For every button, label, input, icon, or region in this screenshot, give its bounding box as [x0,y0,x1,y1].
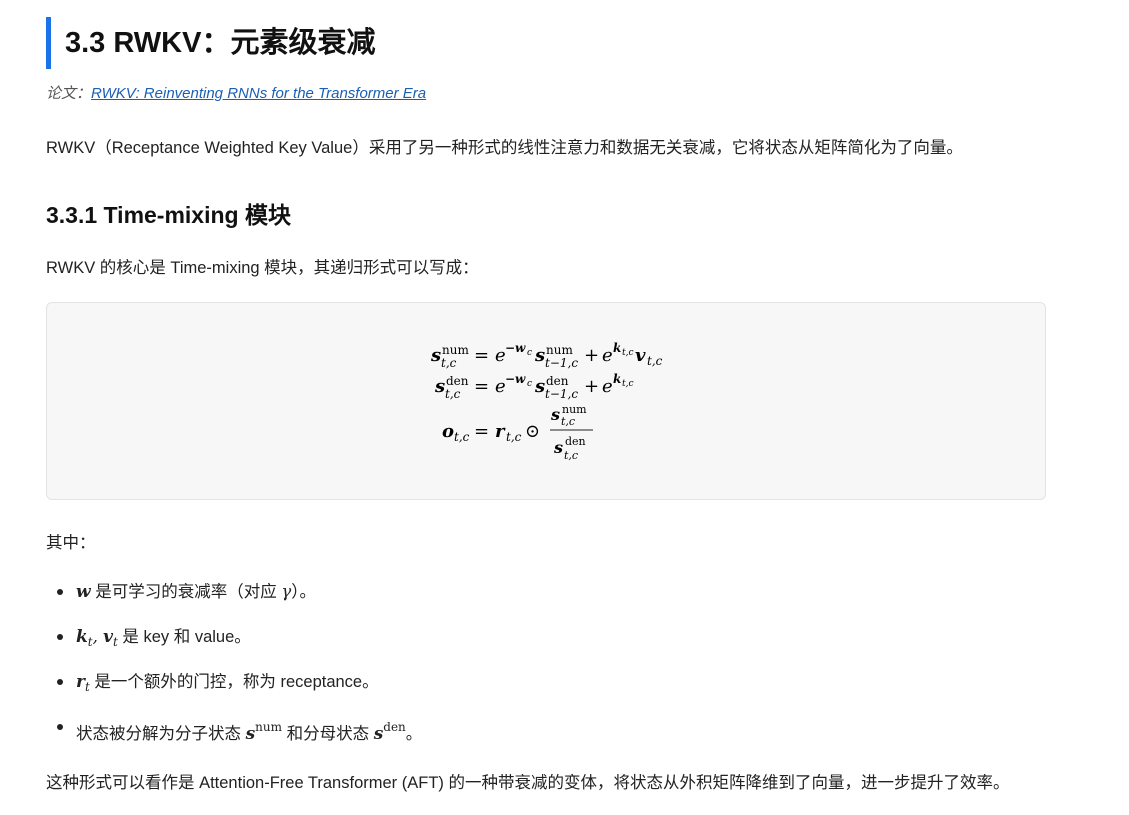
where-label: 其中： [46,534,96,552]
svg-text:den: den [565,435,586,448]
svg-text:num: num [546,343,573,357]
svg-text:k: k [613,372,621,386]
equation-svg: s num t,c = e −w c s num t−1,c + e k t,c… [430,341,663,462]
closing-paragraph: 这种形式可以看作是 Attention-Free Transformer (AF… [46,774,1010,792]
paper-link[interactable]: RWKV: Reinventing RNNs for the Transform… [91,85,426,102]
svg-text:v: v [635,345,646,366]
svg-text:−w: −w [505,372,526,386]
svg-text:s: s [434,376,445,397]
svg-text:den: den [446,374,469,388]
equation-line-num: s num t,c = e −w c s num t−1,c + e k t,c… [430,341,663,370]
svg-text:s: s [550,405,560,424]
svg-text:t,c: t,c [441,356,457,370]
definition-list: w 是可学习的衰减率（对应 γ）。 kt, vt 是 key 和 value。 … [46,574,422,754]
svg-text:s: s [553,438,563,457]
svg-text:t,c: t,c [454,430,470,444]
svg-text:o: o [442,421,454,442]
intro-paragraph: RWKV（Receptance Weighted Key Value）采用了另一… [46,139,963,157]
svg-text:k: k [613,341,621,355]
list-item: kt, vt 是 key 和 value。 [46,619,422,664]
svg-text:e: e [602,376,613,397]
svg-text:t,c: t,c [622,379,634,389]
svg-text:+: + [584,345,599,366]
svg-text:t,c: t,c [506,430,522,444]
subsection-title: 3.3.1 Time-mixing 模块 [46,202,291,228]
svg-text:t,c: t,c [564,449,578,462]
svg-text:⊙: ⊙ [525,421,540,442]
svg-text:t,c: t,c [647,354,663,368]
svg-text:num: num [442,343,469,357]
svg-text:+: + [584,376,599,397]
equation-line-den: s den t,c = e −w c s den t−1,c + e k t,c [434,372,634,401]
paper-reference: 论文：RWKV: Reinventing RNNs for the Transf… [46,82,426,103]
list-item: 状态被分解为分子状态 snum 和分母状态 sden。 [46,709,422,754]
svg-text:t,c: t,c [561,415,575,428]
list-item: w 是可学习的衰减率（对应 γ）。 [46,574,422,619]
paper-label: 论文： [46,85,92,102]
svg-text:−w: −w [505,341,526,355]
equation-line-output: o t,c = r t,c ⊙ s num t,c s den t,c [442,403,593,462]
svg-text:r: r [495,421,506,442]
svg-text:s: s [430,345,441,366]
svg-text:t,c: t,c [622,348,634,358]
article: 3.3 RWKV：元素级衰减 论文：RWKV: Reinventing RNNs… [0,0,1129,815]
equation-block: s num t,c = e −w c s num t−1,c + e k t,c… [46,302,1046,500]
svg-text:s: s [534,376,545,397]
svg-text:c: c [527,379,532,389]
svg-text:s: s [534,345,545,366]
list-item: rt 是一个额外的门控，称为 receptance。 [46,664,422,709]
svg-text:t−1,c: t−1,c [545,387,578,401]
svg-text:=: = [474,421,489,442]
svg-text:c: c [527,348,532,358]
svg-text:t,c: t,c [445,387,461,401]
svg-text:=: = [474,376,489,397]
svg-text:e: e [602,345,613,366]
svg-text:=: = [474,345,489,366]
section-title: 3.3 RWKV：元素级衰减 [46,17,646,69]
svg-text:den: den [546,374,569,388]
svg-text:t−1,c: t−1,c [545,356,578,370]
subsection-intro: RWKV 的核心是 Time-mixing 模块，其递归形式可以写成： [46,259,479,277]
